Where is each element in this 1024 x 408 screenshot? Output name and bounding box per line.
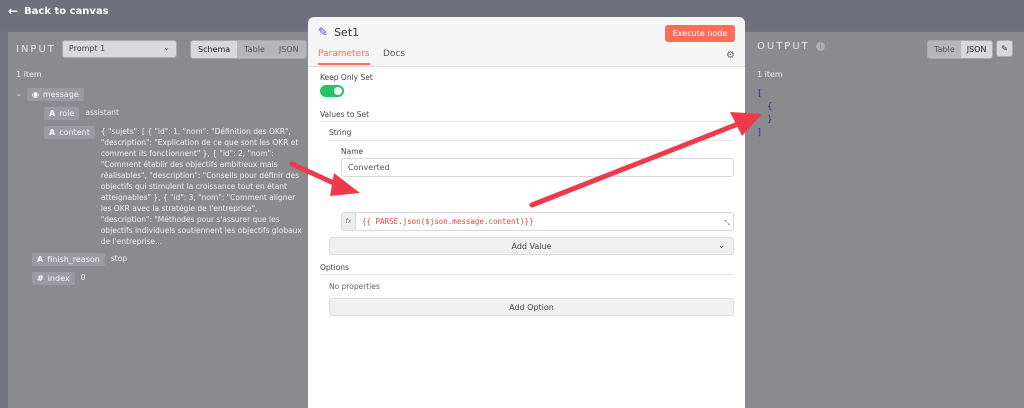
node-tabs: Parameters Docs [308, 47, 745, 67]
object-icon: ◉ [31, 90, 39, 99]
parameters-pane: Keep Only Set Values to Set String Name … [308, 67, 745, 408]
chevron-down-icon[interactable]: ⌄ [16, 90, 22, 98]
input-title: INPUT [16, 43, 56, 55]
schema-key-message: ◉ message [26, 88, 84, 101]
json-line: [ [757, 89, 763, 99]
schema-row-role: A role assistant [44, 107, 306, 120]
string-label: String [329, 128, 352, 137]
keep-only-set-label: Keep Only Set [320, 73, 373, 82]
tab-parameters[interactable]: Parameters [318, 49, 370, 65]
arrow-left-icon: ← [8, 4, 19, 18]
output-panel: OUTPUT i Table JSON ✎ 1 item [ { } ] [745, 32, 1024, 408]
schema-value-index: 0 [80, 273, 86, 282]
json-line: ] [757, 128, 763, 138]
no-properties-text: No properties [329, 282, 380, 291]
schema-tree: ⌄ ◉ message A role assistant A content {… [16, 88, 306, 291]
schema-value-content: { "sujets": [ { "id": 1, "nom": "Définit… [100, 127, 302, 246]
gear-icon[interactable]: ⚙ [726, 50, 735, 61]
back-to-canvas-button[interactable]: ← Back to canvas [8, 4, 109, 18]
info-icon[interactable]: i [815, 42, 825, 51]
divider [320, 274, 733, 275]
output-view-toggle: Table JSON [927, 40, 994, 59]
tab-table[interactable]: Table [237, 41, 272, 58]
pencil-icon[interactable]: ✎ [318, 25, 328, 39]
schema-key-content: A content [44, 126, 95, 139]
tab-json[interactable]: JSON [960, 41, 993, 58]
string-type-icon: A [49, 128, 56, 137]
name-label: Name [341, 147, 364, 156]
pencil-icon: ✎ [1001, 44, 1008, 53]
divider [320, 121, 733, 122]
input-node-select[interactable]: Prompt 1 ⌄ [61, 40, 177, 58]
values-to-set-label: Values to Set [320, 110, 370, 119]
input-view-toggle: Schema Table JSON [190, 40, 307, 59]
node-panel: ✎ Set1 Execute node Parameters Docs ⚙ Ke… [308, 17, 745, 408]
string-type-icon: A [49, 109, 56, 118]
tab-json[interactable]: JSON [271, 41, 306, 58]
back-label: Back to canvas [24, 5, 109, 17]
json-line: } [757, 115, 773, 125]
schema-row-message[interactable]: ⌄ ◉ message [16, 88, 306, 101]
options-label: Options [320, 263, 349, 272]
input-item-count: 1 item [16, 70, 42, 79]
input-node-select-value: Prompt 1 [68, 44, 106, 53]
chevron-down-icon: ⌄ [163, 43, 170, 52]
add-value-button[interactable]: Add Value ⌄ [329, 237, 734, 255]
number-type-icon: # [37, 274, 44, 283]
name-field[interactable]: Converted [341, 158, 734, 177]
node-name[interactable]: Set1 [334, 26, 359, 39]
edit-output-button[interactable]: ✎ [996, 40, 1013, 57]
add-option-button[interactable]: Add Option [329, 298, 734, 316]
tab-docs[interactable]: Docs [383, 49, 405, 63]
input-panel: INPUT Prompt 1 ⌄ Schema Table JSON 1 ite… [8, 32, 308, 408]
expand-icon[interactable]: ⤡ [724, 219, 730, 228]
string-type-icon: A [37, 255, 44, 264]
execute-node-button[interactable]: Execute node [665, 25, 735, 42]
output-title: OUTPUT [757, 41, 810, 52]
schema-row-content: A content { "sujets": [ { "id": 1, "nom"… [44, 126, 306, 247]
expression-text: {{ PARSE.json($json.message.content)}} [362, 217, 534, 226]
tab-schema[interactable]: Schema [191, 41, 238, 58]
fx-icon: fx [342, 213, 356, 230]
chevron-down-icon: ⌄ [718, 241, 725, 250]
toggle-knob [334, 87, 342, 95]
json-line: { [757, 102, 773, 112]
schema-key-finish-reason: A finish_reason [32, 253, 105, 266]
schema-value-finish-reason: stop [110, 254, 128, 263]
output-item-count: 1 item [757, 70, 783, 79]
schema-row-index: # index 0 [32, 272, 306, 285]
value-expression-field[interactable]: fx {{ PARSE.json($json.message.content)}… [341, 212, 734, 231]
json-output: [ { } ] [757, 88, 772, 140]
divider [329, 140, 733, 141]
schema-key-role: A role [44, 107, 80, 120]
tab-table[interactable]: Table [928, 41, 961, 58]
schema-value-role: assistant [85, 108, 119, 117]
schema-row-finish-reason: A finish_reason stop [32, 253, 306, 266]
schema-key-index: # index [32, 272, 75, 285]
keep-only-set-toggle[interactable] [320, 85, 344, 97]
